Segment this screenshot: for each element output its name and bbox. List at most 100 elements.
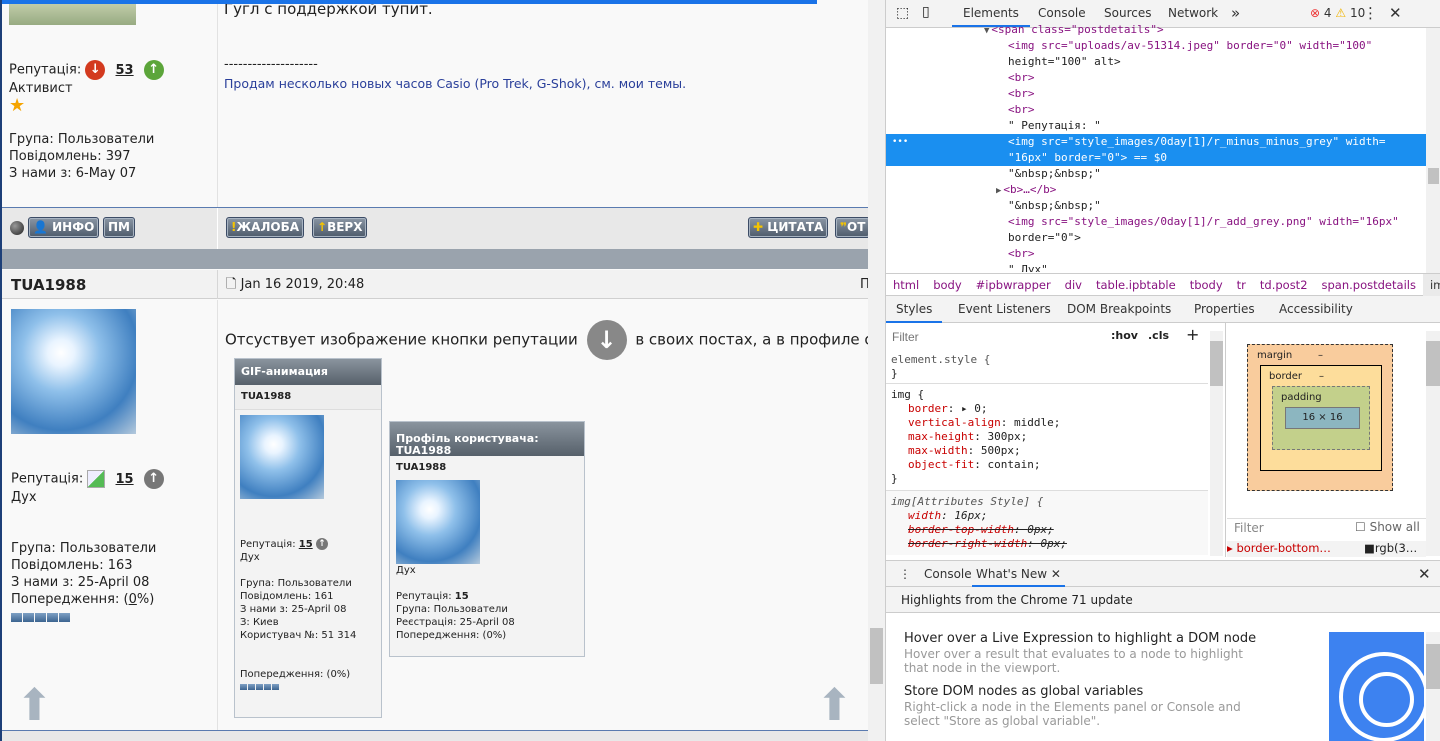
rep-down-icon[interactable]: ↓ <box>85 60 106 80</box>
dom-scrollbar[interactable] <box>1426 28 1440 273</box>
dom-node[interactable]: height="100" alt> <box>886 54 1426 70</box>
screenshot-gif: GIF-анимация TUA1988 Репутація: 15 ↑ Дух… <box>234 358 382 718</box>
reputation-value[interactable]: 53 <box>116 63 134 78</box>
news-scrollbar[interactable] <box>1426 632 1440 741</box>
styles-filter-input[interactable] <box>889 326 1089 348</box>
dom-node[interactable]: "&nbsp;&nbsp;" <box>886 198 1426 214</box>
breadcrumb-item[interactable]: div <box>1058 274 1089 296</box>
breadcrumb-item[interactable]: table.ipbtable <box>1089 274 1183 296</box>
show-all-checkbox[interactable]: ☐ Show all <box>1355 520 1420 534</box>
signature-link[interactable]: Продам несколько новых часов Casio (Pro … <box>224 75 686 92</box>
drawer-menu-icon[interactable]: ⋮ <box>899 561 911 588</box>
error-icon: ⊗ <box>1310 6 1321 20</box>
post2-avatar <box>11 309 136 434</box>
breadcrumb-item[interactable]: body <box>926 274 968 296</box>
styles-scrollbar[interactable] <box>1210 331 1223 556</box>
rep-up-icon[interactable]: ↑ <box>143 469 164 489</box>
css-property[interactable]: width: 16px; <box>891 509 1203 523</box>
breadcrumb-item[interactable]: tbody <box>1183 274 1230 296</box>
dom-node[interactable]: <br> <box>886 70 1426 86</box>
reputation-value[interactable]: 15 <box>116 472 134 487</box>
css-property[interactable]: max-width: 500px; <box>891 444 1203 458</box>
css-property[interactable]: border-right-width: 0px; <box>891 537 1203 551</box>
post2-button-bar <box>2 730 868 741</box>
dom-node[interactable]: <br> <box>886 86 1426 102</box>
username[interactable]: TUA1988 <box>11 276 86 294</box>
hov-button[interactable]: :hov <box>1111 329 1138 342</box>
subtab-event-listeners[interactable]: Event Listeners <box>948 296 1061 323</box>
styles-subtabs: Styles Event Listeners DOM Breakpoints Prop… <box>886 296 1440 323</box>
cls-button[interactable]: .cls <box>1148 329 1169 342</box>
dom-node[interactable]: border="0"> <box>886 230 1426 246</box>
news-item[interactable]: Store DOM nodes as global variables Right… <box>904 683 1304 728</box>
group: Група: Пользователи <box>11 541 157 556</box>
box-padding: padding 16 × 16 <box>1272 386 1370 450</box>
box-content: 16 × 16 <box>1285 407 1360 429</box>
dom-node[interactable]: <br> <box>886 246 1426 262</box>
dom-node[interactable]: " Репутація: " <box>886 118 1426 134</box>
computed-row[interactable]: ▸ border-bottom… ■rgb(3… <box>1227 541 1426 557</box>
drawer-tab-whats-new[interactable]: What's New ✕ <box>972 561 1065 587</box>
pm-button[interactable]: ПМ <box>103 217 135 238</box>
highlights-heading: Highlights from the Chrome 71 update <box>886 587 1440 613</box>
rule-selector: element.style { <box>891 353 991 366</box>
quote-button[interactable]: ✚ ЦИТАТА <box>748 217 829 238</box>
news-item[interactable]: Hover over a Live Expression to highligh… <box>904 630 1304 675</box>
post2-reputation: Репутація: 15 ↑ <box>11 469 164 489</box>
scroll-top-arrow-icon[interactable]: ⬆ <box>816 684 853 728</box>
breadcrumb-item[interactable]: img <box>1422 274 1440 296</box>
inspect-element-icon[interactable]: ⬚ <box>896 5 909 21</box>
star-icon: ★ <box>9 95 26 116</box>
breadcrumb: html body #ipbwrapper div table.ipbtable tbod… <box>886 273 1440 296</box>
breadcrumb-item[interactable]: span.postdetails <box>1315 274 1423 296</box>
new-rule-button[interactable]: + <box>1186 325 1199 344</box>
drawer-tab-console[interactable]: Console <box>924 561 972 588</box>
rank: Дух <box>11 490 37 505</box>
dom-node[interactable]: "&nbsp;&nbsp;" <box>886 166 1426 182</box>
report-button[interactable]: !ЖАЛОБА <box>226 217 305 238</box>
posts-count: Повідомлень: 397 <box>9 149 131 164</box>
subtab-styles[interactable]: Styles <box>886 296 943 323</box>
dom-node[interactable]: <img src="style_images/0day[1]/r_add_gre… <box>886 214 1426 230</box>
breadcrumb-item[interactable]: td.post2 <box>1253 274 1315 296</box>
close-drawer-icon[interactable]: ✕ <box>1418 561 1431 588</box>
warning-bar <box>11 611 71 626</box>
offline-status-icon <box>10 221 24 235</box>
joined: З нами з: 25-April 08 <box>11 575 150 590</box>
breadcrumb-item[interactable]: html <box>886 274 926 296</box>
css-property[interactable]: max-height: 300px; <box>891 430 1203 444</box>
whats-new-list: Hover over a Live Expression to highligh… <box>904 630 1304 736</box>
rep-down-grey-icon: ↓ <box>586 320 627 360</box>
dom-node-selected[interactable]: ••• <img src="style_images/0day[1]/r_minu… <box>886 134 1426 150</box>
subtab-accessibility[interactable]: Accessibility <box>1269 296 1363 323</box>
page-scrollbar[interactable] <box>868 0 885 741</box>
dom-node[interactable]: <br> <box>886 102 1426 118</box>
reply-button[interactable]: ❞ОТ <box>835 217 868 238</box>
css-property[interactable]: vertical-align: middle; <box>891 416 1203 430</box>
dom-node[interactable]: ▶ <b>…</b> <box>886 182 1426 198</box>
scrollbar-thumb[interactable] <box>870 628 883 684</box>
group: Група: Пользователи <box>9 132 155 147</box>
post1-button-bar: 👤 ИНФО ПМ !ЖАЛОБА ↑ВЕРХ ✚ ЦИТАТА ❞ОТ <box>2 207 868 250</box>
top-button[interactable]: ↑ВЕРХ <box>312 217 368 238</box>
signature-separator: -------------------- <box>224 57 318 72</box>
device-toolbar-icon[interactable]: ▯ <box>922 4 930 20</box>
dom-node[interactable]: <img src="uploads/av-51314.jpeg" border=… <box>886 38 1426 54</box>
breadcrumb-item[interactable]: tr <box>1230 274 1253 296</box>
css-property[interactable]: border-top-width: 0px; <box>891 523 1203 537</box>
computed-filter-input[interactable]: Filter <box>1234 521 1264 535</box>
rep-up-icon[interactable]: ↑ <box>143 60 164 80</box>
css-property[interactable]: border: ▸ 0; <box>891 402 1203 416</box>
subtab-dom-breakpoints[interactable]: DOM Breakpoints <box>1057 296 1181 323</box>
dom-node[interactable]: " Дух" <box>886 262 1426 272</box>
dom-node[interactable]: ▼ <span class="postdetails"> <box>886 22 1426 38</box>
broken-image-icon[interactable] <box>87 470 106 488</box>
css-property[interactable]: object-fit: contain; <box>891 458 1203 472</box>
scroll-top-arrow-icon[interactable]: ⬆ <box>16 684 53 728</box>
dom-node-selected[interactable]: "16px" border="0"> == $0 <box>886 150 1426 166</box>
info-button[interactable]: 👤 ИНФО <box>28 217 100 238</box>
style-rules: element.style {} img {border: ▸ 0; vertica… <box>886 351 1208 557</box>
breadcrumb-item[interactable]: #ipbwrapper <box>969 274 1058 296</box>
subtab-properties[interactable]: Properties <box>1184 296 1265 323</box>
computed-scrollbar[interactable] <box>1426 331 1440 556</box>
